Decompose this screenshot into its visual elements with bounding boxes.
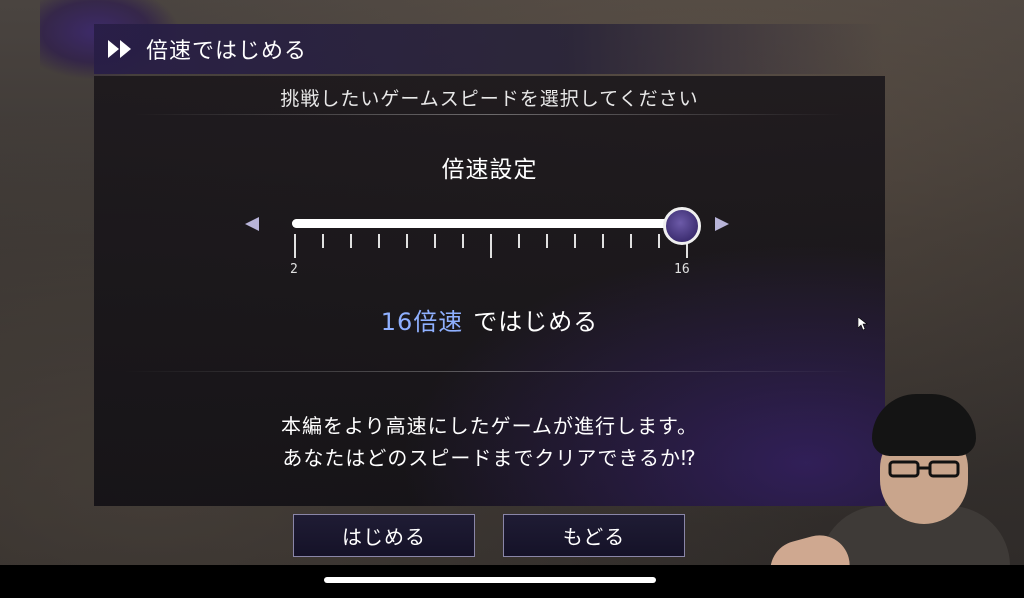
slider-tick: [518, 234, 520, 248]
speed-slider-thumb[interactable]: [663, 207, 701, 245]
instruction-text: 挑戦したいゲームスピードを選択してください: [280, 88, 699, 110]
glasses-icon: [888, 460, 960, 478]
slider-tick: [322, 234, 324, 248]
slider-tick: [462, 234, 464, 248]
mouse-cursor-icon: [857, 316, 868, 331]
slider-tick: [294, 234, 296, 258]
home-indicator[interactable]: [324, 577, 656, 583]
selected-speed-value: 16倍速: [380, 308, 464, 336]
divider: [124, 371, 855, 372]
slider-tick: [602, 234, 604, 248]
slider-tick: [378, 234, 380, 248]
slider-max-label: 16: [674, 262, 690, 277]
speed-setting-label: 倍速設定: [441, 157, 538, 183]
page-title: 倍速ではじめる: [146, 39, 308, 64]
divider: [134, 114, 845, 115]
selected-speed-suffix: ではじめる: [473, 308, 599, 336]
slider-tick: [630, 234, 632, 248]
speed-slider-track[interactable]: [292, 219, 692, 228]
slider-tick: [434, 234, 436, 248]
speed-slider-fill: [292, 219, 692, 228]
decrease-arrow-icon[interactable]: [244, 216, 260, 232]
back-button[interactable]: もどる: [503, 514, 685, 557]
slider-tick: [490, 234, 492, 258]
slider-min-label: 2: [290, 262, 298, 277]
header-bar: 倍速ではじめる: [94, 24, 884, 74]
slider-tick: [350, 234, 352, 248]
slider-tick: [658, 234, 660, 248]
start-button[interactable]: はじめる: [293, 514, 475, 557]
speed-slider-ticks: [294, 234, 688, 264]
slider-tick: [546, 234, 548, 248]
increase-arrow-icon[interactable]: [714, 216, 730, 232]
slider-tick: [574, 234, 576, 248]
fast-forward-icon: [108, 38, 134, 60]
slider-tick: [406, 234, 408, 248]
game-screen: 倍速ではじめる 挑戦したいゲームスピードを選択してください 倍速設定 2 16 …: [0, 0, 1024, 598]
selected-speed-display: 16倍速 ではじめる: [94, 302, 885, 337]
